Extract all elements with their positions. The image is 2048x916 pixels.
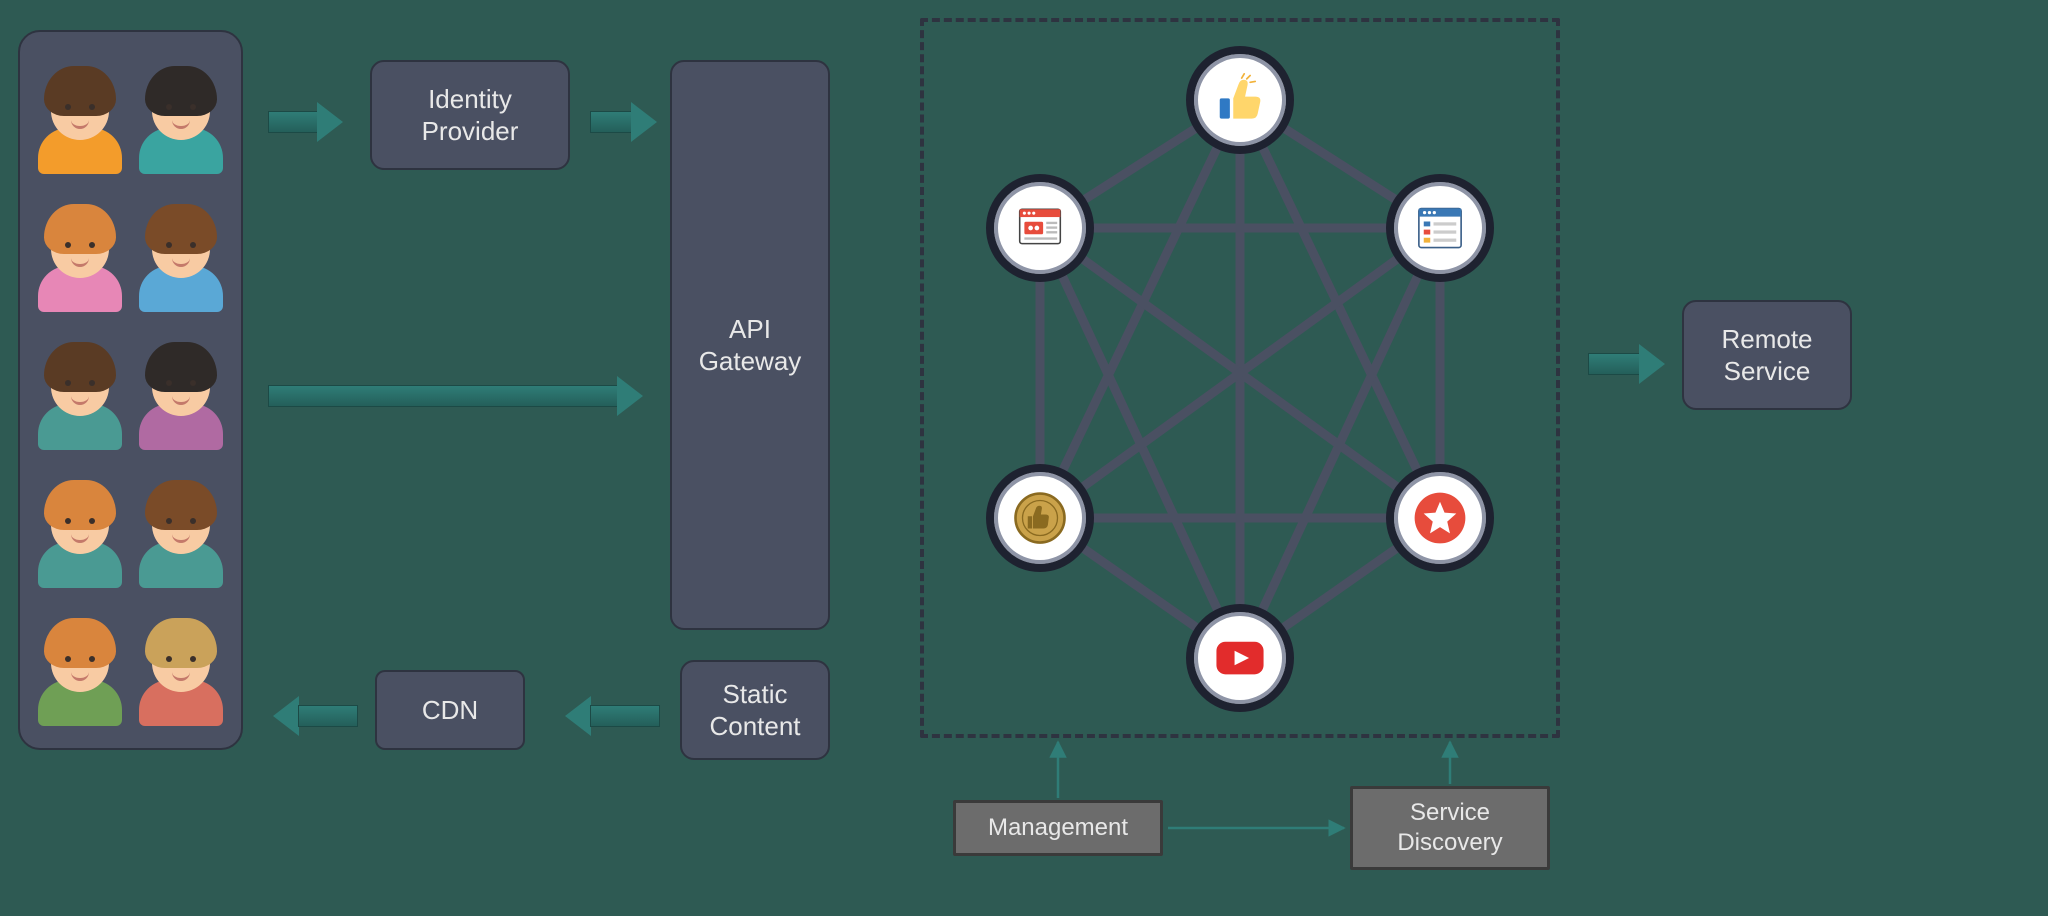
remote-service-label: Remote Service: [1694, 323, 1840, 388]
user-avatar: [135, 192, 227, 312]
remote-service-box: Remote Service: [1682, 300, 1852, 410]
api-gateway-box: API Gateway: [670, 60, 830, 630]
identity-provider-box: Identity Provider: [370, 60, 570, 170]
cdn-label: CDN: [422, 694, 478, 727]
user-avatar: [34, 192, 126, 312]
service-news: [986, 174, 1094, 282]
browser-list-icon: [1409, 197, 1471, 259]
user-avatar: [135, 468, 227, 588]
user-avatar: [34, 54, 126, 174]
service-popular: [986, 464, 1094, 572]
service-star: [1386, 464, 1494, 572]
arrow-cdn-to-users: [268, 696, 358, 736]
arrow-users-to-idp: [268, 102, 348, 142]
service-discovery-box: Service Discovery: [1350, 786, 1550, 870]
user-avatar: [34, 468, 126, 588]
popular-badge-icon: [1009, 487, 1071, 549]
user-avatar: [135, 606, 227, 726]
star-badge-icon: [1409, 487, 1471, 549]
arrow-mesh-to-remote: [1588, 344, 1668, 384]
service-like: [1186, 46, 1294, 154]
management-label: Management: [988, 813, 1128, 843]
cdn-box: CDN: [375, 670, 525, 750]
arrow-idp-to-gateway: [590, 102, 660, 142]
service-video: [1186, 604, 1294, 712]
service-discovery-label: Service Discovery: [1363, 798, 1537, 858]
user-avatar: [34, 330, 126, 450]
user-avatar: [34, 606, 126, 726]
static-content-label: Static Content: [692, 678, 818, 743]
user-avatar: [135, 54, 227, 174]
users-panel: [18, 30, 243, 750]
thumbs-up-icon: [1209, 69, 1271, 131]
arrow-users-to-gateway: [268, 376, 648, 416]
video-play-icon: [1209, 627, 1271, 689]
management-box: Management: [953, 800, 1163, 856]
user-avatar: [135, 330, 227, 450]
static-content-box: Static Content: [680, 660, 830, 760]
news-window-icon: [1009, 197, 1071, 259]
arrow-static-to-cdn: [560, 696, 660, 736]
service-browser: [1386, 174, 1494, 282]
identity-provider-label: Identity Provider: [382, 83, 558, 148]
api-gateway-label: API Gateway: [682, 313, 818, 378]
